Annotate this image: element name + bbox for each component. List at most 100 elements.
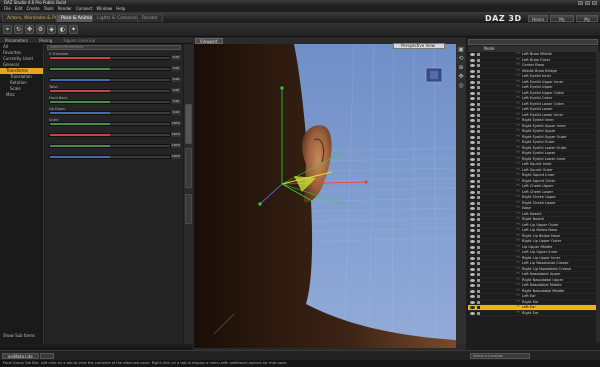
visibility-eye-icon[interactable] xyxy=(470,251,475,254)
lock-icon[interactable] xyxy=(477,185,480,188)
3d-viewport[interactable] xyxy=(194,44,456,348)
visibility-eye-icon[interactable] xyxy=(470,69,475,73)
lock-icon[interactable] xyxy=(477,168,480,172)
lock-icon[interactable] xyxy=(477,58,480,62)
visibility-eye-icon[interactable] xyxy=(470,113,475,117)
lock-icon[interactable] xyxy=(477,190,480,194)
visibility-eye-icon[interactable] xyxy=(470,130,475,133)
lock-icon[interactable] xyxy=(477,295,480,298)
show-sub-items-checkbox[interactable]: Show Sub Items xyxy=(3,333,35,338)
visibility-eye-icon[interactable] xyxy=(470,163,475,166)
parameter-slider[interactable] xyxy=(49,100,171,104)
lock-icon[interactable] xyxy=(477,207,480,210)
parameter-row[interactable]: Up-Down 0.00 xyxy=(47,107,181,117)
lock-icon[interactable] xyxy=(477,124,480,128)
lock-icon[interactable] xyxy=(477,108,480,111)
lock-icon[interactable] xyxy=(477,146,480,150)
visibility-eye-icon[interactable] xyxy=(470,58,475,62)
lock-icon[interactable] xyxy=(477,113,480,117)
visibility-eye-icon[interactable] xyxy=(470,119,475,122)
my-account-button[interactable]: My Account xyxy=(550,15,574,29)
parameter-slider[interactable] xyxy=(49,56,171,60)
parameter-value[interactable]: 100% xyxy=(171,132,181,137)
parameter-row[interactable]: 100% xyxy=(47,129,181,139)
visibility-eye-icon[interactable] xyxy=(470,124,475,128)
parameter-slider[interactable] xyxy=(49,89,171,93)
lock-icon[interactable] xyxy=(477,196,480,199)
joint-editor-icon[interactable]: ⚙ xyxy=(36,25,45,34)
parameter-value[interactable]: 0.00 xyxy=(171,110,181,115)
lock-icon[interactable] xyxy=(477,223,480,227)
visibility-eye-icon[interactable] xyxy=(470,245,475,249)
visibility-eye-icon[interactable] xyxy=(470,185,475,188)
tab-posing[interactable]: Posing xyxy=(34,37,57,44)
lock-icon[interactable] xyxy=(477,163,480,166)
scene-node-row[interactable]: ⌒ Right Ear xyxy=(468,311,596,316)
lock-icon[interactable] xyxy=(477,75,480,78)
visibility-eye-icon[interactable] xyxy=(470,295,475,298)
lock-icon[interactable] xyxy=(477,64,480,67)
lock-icon[interactable] xyxy=(477,130,480,133)
lock-icon[interactable] xyxy=(477,53,480,56)
visibility-eye-icon[interactable] xyxy=(470,284,475,287)
visibility-eye-icon[interactable] xyxy=(470,256,475,260)
visibility-eye-icon[interactable] xyxy=(470,174,475,177)
visibility-eye-icon[interactable] xyxy=(470,278,475,282)
lock-icon[interactable] xyxy=(477,245,480,249)
visibility-eye-icon[interactable] xyxy=(470,190,475,194)
lock-icon[interactable] xyxy=(477,102,480,106)
scene-search-input[interactable] xyxy=(468,39,598,45)
lock-icon[interactable] xyxy=(477,267,480,271)
category-misc[interactable]: Misc xyxy=(0,92,43,98)
visibility-eye-icon[interactable] xyxy=(470,273,475,276)
visibility-eye-icon[interactable] xyxy=(470,306,475,309)
parameter-value[interactable]: 0.00 xyxy=(171,77,181,82)
lock-icon[interactable] xyxy=(477,212,480,216)
visibility-eye-icon[interactable] xyxy=(470,146,475,150)
parameter-slider[interactable] xyxy=(49,122,171,126)
rotate-icon[interactable]: ↻ xyxy=(14,25,23,34)
lock-icon[interactable] xyxy=(477,119,480,122)
tab-lights-cameras[interactable]: Lights & Cameras xyxy=(92,14,142,22)
node-weight-icon[interactable]: ◈ xyxy=(47,25,56,34)
minimize-icon[interactable] xyxy=(578,1,583,5)
lock-icon[interactable] xyxy=(477,273,480,276)
vertical-tab-posing[interactable] xyxy=(185,148,192,188)
lock-icon[interactable] xyxy=(477,256,480,260)
parameter-row[interactable]: 0.00 xyxy=(47,63,181,73)
surface-icon[interactable]: ◐ xyxy=(58,25,67,34)
parameter-row[interactable]: 100% xyxy=(47,151,181,161)
visibility-eye-icon[interactable] xyxy=(470,97,475,100)
visibility-eye-icon[interactable] xyxy=(470,135,475,139)
visibility-eye-icon[interactable] xyxy=(470,289,475,293)
selection-locator[interactable]: Select a Location xyxy=(470,353,530,359)
close-icon[interactable] xyxy=(592,1,597,5)
tab-render[interactable]: Render xyxy=(137,14,164,22)
visibility-eye-icon[interactable] xyxy=(470,64,475,67)
visibility-eye-icon[interactable] xyxy=(470,234,475,238)
lock-icon[interactable] xyxy=(477,300,480,304)
visibility-eye-icon[interactable] xyxy=(470,267,475,271)
view-cube[interactable] xyxy=(425,67,443,83)
parameter-slider[interactable] xyxy=(49,67,171,71)
lock-icon[interactable] xyxy=(477,311,480,315)
lock-icon[interactable] xyxy=(477,284,480,287)
parameter-slider[interactable] xyxy=(49,111,171,115)
lock-icon[interactable] xyxy=(477,251,480,254)
lock-icon[interactable] xyxy=(477,278,480,282)
zoom-icon[interactable]: ⊕ xyxy=(457,64,465,71)
visibility-eye-icon[interactable] xyxy=(470,108,475,111)
lock-icon[interactable] xyxy=(477,135,480,139)
visibility-eye-icon[interactable] xyxy=(470,168,475,172)
visibility-eye-icon[interactable] xyxy=(470,218,475,221)
parameter-value[interactable]: 0.00 xyxy=(171,88,181,93)
lock-icon[interactable] xyxy=(477,80,480,84)
camera-icon[interactable]: ▣ xyxy=(457,46,465,53)
lock-icon[interactable] xyxy=(477,69,480,73)
parameter-value[interactable]: 0.00 xyxy=(171,66,181,71)
lock-icon[interactable] xyxy=(477,201,480,205)
lock-icon[interactable] xyxy=(477,289,480,293)
visibility-eye-icon[interactable] xyxy=(470,86,475,89)
parameter-value[interactable]: 100% xyxy=(171,154,181,159)
lock-icon[interactable] xyxy=(477,86,480,89)
